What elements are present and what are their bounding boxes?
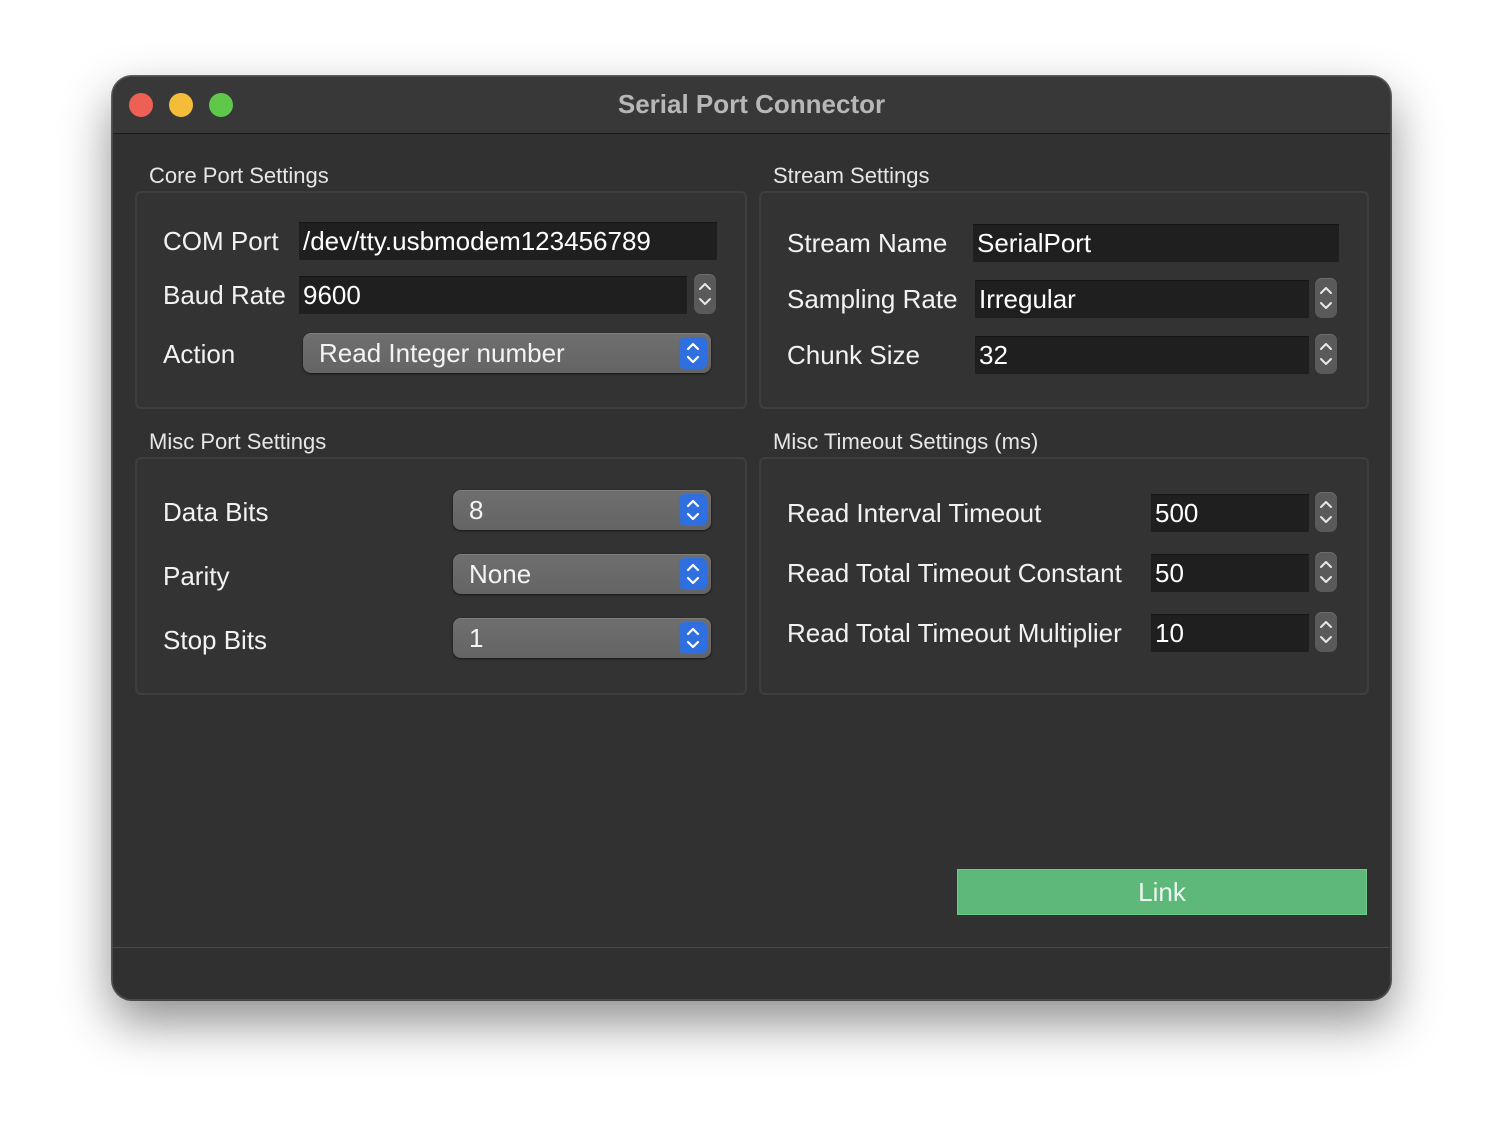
popup-chevron-icon: [679, 622, 707, 654]
com-port-label: COM Port: [163, 226, 279, 256]
popup-chevron-icon: [679, 558, 707, 590]
stepper-arrows-icon: [1320, 561, 1332, 583]
read-total-timeout-multiplier-field[interactable]: 10: [1151, 614, 1309, 652]
baud-rate-label: Baud Rate: [163, 280, 286, 310]
stepper-arrows-icon: [1320, 343, 1332, 365]
read-total-timeout-constant-label: Read Total Timeout Constant: [787, 558, 1122, 588]
misc-port-settings-title: Misc Port Settings: [149, 429, 327, 454]
read-interval-timeout-stepper[interactable]: [1315, 492, 1337, 532]
app-window: Serial Port Connector Core Port Settings…: [112, 76, 1391, 1000]
action-select[interactable]: Read Integer number: [303, 333, 711, 373]
parity-label: Parity: [163, 561, 230, 591]
status-bar: [113, 948, 1390, 999]
stepper-arrows-icon: [1320, 621, 1332, 643]
chunk-size-label: Chunk Size: [787, 340, 920, 370]
chunk-size-stepper[interactable]: [1315, 334, 1337, 374]
parity-select[interactable]: None: [453, 554, 711, 594]
stop-bits-label: Stop Bits: [163, 625, 268, 655]
sampling-rate-stepper[interactable]: [1315, 278, 1337, 318]
baud-rate-stepper[interactable]: [694, 274, 716, 314]
stream-name-label: Stream Name: [787, 228, 948, 258]
read-total-timeout-constant-stepper[interactable]: [1315, 552, 1337, 592]
action-selected-value: Read Integer number: [319, 338, 565, 368]
data-bits-label: Data Bits: [163, 497, 269, 527]
read-interval-timeout-label: Read Interval Timeout: [787, 498, 1042, 528]
action-label: Action: [163, 339, 236, 369]
sampling-rate-field[interactable]: Irregular: [975, 280, 1309, 318]
baud-rate-field[interactable]: 9600: [299, 276, 687, 314]
stepper-arrows-icon: [1320, 501, 1332, 523]
read-total-timeout-multiplier-stepper[interactable]: [1315, 612, 1337, 652]
read-total-timeout-multiplier-label: Read Total Timeout Multiplier: [787, 618, 1122, 648]
stream-name-field[interactable]: SerialPort: [973, 224, 1339, 262]
read-interval-timeout-field[interactable]: 500: [1151, 494, 1309, 532]
data-bits-selected-value: 8: [469, 495, 484, 525]
read-total-timeout-constant-field[interactable]: 50: [1151, 554, 1309, 592]
data-bits-select[interactable]: 8: [453, 490, 711, 530]
popup-chevron-icon: [679, 494, 707, 526]
stepper-arrows-icon: [699, 283, 711, 305]
link-button[interactable]: Link: [957, 869, 1367, 915]
com-port-field[interactable]: /dev/tty.usbmodem123456789: [299, 222, 717, 260]
stop-bits-selected-value: 1: [469, 623, 484, 653]
popup-chevron-icon: [679, 337, 707, 369]
stepper-arrows-icon: [1320, 287, 1332, 309]
window-title: Serial Port Connector: [617, 89, 886, 119]
chunk-size-field[interactable]: 32: [975, 336, 1309, 374]
stop-bits-select[interactable]: 1: [453, 618, 711, 658]
misc-timeout-settings-title: Misc Timeout Settings (ms): [773, 429, 1039, 454]
parity-selected-value: None: [469, 559, 532, 589]
title-bar[interactable]: Serial Port Connector: [113, 77, 1390, 134]
sampling-rate-label: Sampling Rate: [787, 284, 958, 314]
stream-settings-title: Stream Settings: [773, 163, 930, 188]
core-port-settings-title: Core Port Settings: [149, 163, 329, 188]
